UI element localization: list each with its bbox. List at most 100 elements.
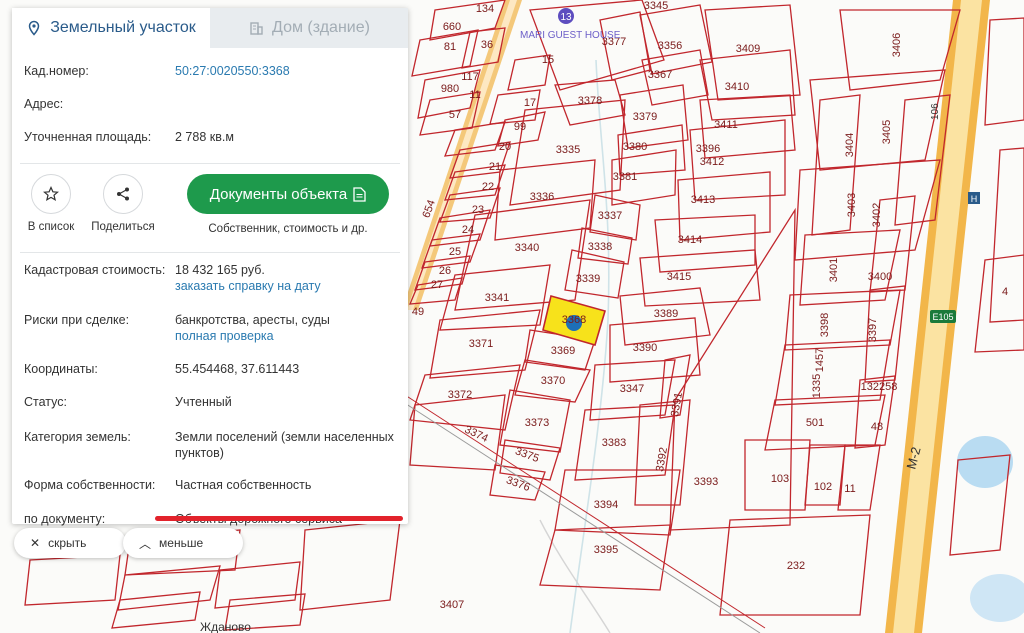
road-label-106: 106 <box>930 103 941 120</box>
parcel-label: 3413 <box>691 194 715 206</box>
detail-value: Земли поселений (земли населенных пункто… <box>175 430 394 460</box>
full-check-link[interactable]: полная проверка <box>175 329 274 343</box>
detail-row-land-category: Категория земель: Земли поселений (земли… <box>12 429 408 478</box>
red-highlight-underline <box>155 516 403 521</box>
share-circle <box>103 174 143 214</box>
less-button[interactable]: ︿ меньше <box>123 528 243 558</box>
parcel-label: 11 <box>844 483 855 495</box>
parcel-label: 3404 <box>844 133 856 157</box>
less-label: меньше <box>159 536 204 550</box>
parcel-label: 1457 <box>814 348 826 372</box>
parcel-label: 15 <box>542 54 554 66</box>
info-label: Кад.номер: <box>24 64 89 78</box>
share-icon <box>117 187 129 201</box>
detail-row-coordinates: Координаты: 55.454468, 37.611443 <box>12 362 408 395</box>
parcel-label: 134 <box>476 3 494 15</box>
order-certificate-link[interactable]: заказать справку на дату <box>175 279 321 293</box>
add-to-list-circle <box>31 174 71 214</box>
parcel-label: 48 <box>871 421 883 433</box>
parcel-label: 132258 <box>861 381 898 393</box>
add-to-list-button[interactable]: В список <box>20 174 82 233</box>
detail-value: Частная собственность <box>175 478 312 492</box>
parcel-label: 3380 <box>623 141 647 153</box>
parcel-label: 24 <box>462 224 474 236</box>
parcel-label: 3400 <box>868 271 892 283</box>
parcel-label: 980 <box>441 83 459 95</box>
tab-building[interactable]: Дом (здание) <box>210 8 408 48</box>
parcel-label: 3412 <box>700 156 724 168</box>
parcel-label: 3402 <box>871 203 883 227</box>
parcel-label: 3347 <box>620 383 644 395</box>
info-value <box>175 97 396 130</box>
info-row-address: Адрес: <box>12 97 408 130</box>
parcel-label: 3414 <box>678 234 702 246</box>
parcel-label: 501 <box>806 417 824 429</box>
tab-land-plot[interactable]: Земельный участок <box>12 8 210 48</box>
parcel-label: 20 <box>499 141 511 153</box>
parcel-label: 3390 <box>633 342 657 354</box>
parcel-label: 3415 <box>667 271 691 283</box>
info-value: 2 788 кв.м <box>175 130 234 144</box>
parcel-label: 3394 <box>594 499 618 511</box>
parcel-label: 36 <box>481 39 493 51</box>
hide-button[interactable]: ✕ скрыть <box>14 528 126 558</box>
parcel-label: 3372 <box>448 389 472 401</box>
parcel-label: 3393 <box>694 476 718 488</box>
parcel-label: 3405 <box>881 120 893 144</box>
parcel-label: 27 <box>431 279 443 291</box>
parcel-label: 3410 <box>725 81 749 93</box>
parcel-label: 3339 <box>576 273 600 285</box>
detail-label: Координаты: <box>24 362 98 376</box>
poi-label: MARI GUEST HOUSE <box>520 30 621 41</box>
parcel-label: 1335 <box>811 374 823 398</box>
detail-value: 18 432 165 руб. <box>175 263 265 277</box>
parcel-label: 22 <box>482 181 494 193</box>
detail-label: Категория земель: <box>24 430 131 444</box>
svg-text:E105: E105 <box>932 312 953 322</box>
share-label: Поделиться <box>91 221 155 233</box>
parcel-label: 3345 <box>644 0 668 12</box>
detail-label: Форма собственности: <box>24 478 156 492</box>
info-label: Уточненная площадь: <box>24 130 152 144</box>
parcel-label: 21 <box>489 161 501 173</box>
parcel-label: 57 <box>449 109 461 121</box>
parcel-label: 3411 <box>714 119 738 131</box>
parcel-label: 23 <box>472 204 484 216</box>
parcel-info-panel: Земельный участок Дом (здание) Кад.номер… <box>12 8 408 526</box>
parcel-label: 232 <box>787 560 805 572</box>
parcel-label: 3338 <box>588 241 612 253</box>
documents-button-label: Документы объекта <box>209 185 348 203</box>
documents-button[interactable]: Документы объекта <box>187 174 389 214</box>
parcel-label: 11 <box>469 89 480 101</box>
parcel-label: 3378 <box>578 95 602 107</box>
parcel-label: 3341 <box>485 292 509 304</box>
chevron-up-icon: ︿ <box>139 536 152 551</box>
parcel-label: 3403 <box>846 193 858 217</box>
parcel-label: 3398 <box>819 313 831 337</box>
parcel-label: 3406 <box>891 33 903 57</box>
parcel-label: 3370 <box>541 375 565 387</box>
documents-subtitle: Собственник, стоимость и др. <box>208 223 368 235</box>
parcel-label: 3369 <box>551 345 575 357</box>
hide-label: скрыть <box>48 536 87 550</box>
parcel-label: 3371 <box>469 338 493 350</box>
action-bar: В список Поделиться Документы объекта Со… <box>12 164 408 246</box>
parcel-label: 660 <box>443 21 461 33</box>
parcel-label: 3367 <box>648 69 672 81</box>
parcel-label: 3368 <box>562 314 586 326</box>
parcel-label: 3395 <box>594 544 618 556</box>
info-row-cadastral-number: Кад.номер: 50:27:0020550:3368 <box>12 64 408 97</box>
documents-block: Документы объекта Собственник, стоимость… <box>182 174 394 235</box>
share-button[interactable]: Поделиться <box>91 174 155 233</box>
building-icon <box>250 22 263 35</box>
detail-label: Кадастровая стоимость: <box>24 263 166 277</box>
poi-badge: 13 <box>560 12 572 23</box>
parcel-label: 99 <box>514 121 526 133</box>
place-label: Жданово <box>200 620 251 633</box>
cadastral-number-link[interactable]: 50:27:0020550:3368 <box>175 64 396 97</box>
parcel-label: 3396 <box>696 143 720 155</box>
parcel-label: 3356 <box>658 40 682 52</box>
detail-row-ownership: Форма собственности: Частная собственнос… <box>12 478 408 512</box>
detail-label: Риски при сделке: <box>24 313 130 327</box>
star-icon <box>43 186 59 202</box>
